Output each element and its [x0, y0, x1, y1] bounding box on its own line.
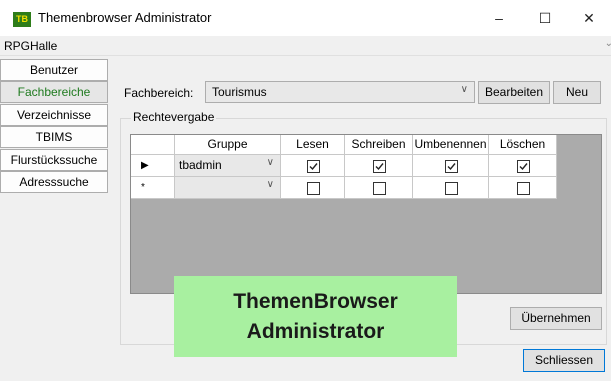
- umbenennen-checkbox[interactable]: [445, 160, 458, 173]
- rechtevergabe-title: Rechtevergabe: [131, 110, 217, 124]
- fachbereich-select[interactable]: Tourismus ∨: [205, 81, 475, 103]
- checkmark-icon: [519, 163, 528, 171]
- schreiben-cell[interactable]: [345, 155, 413, 177]
- loeschen-checkbox[interactable]: [517, 182, 530, 195]
- permissions-grid[interactable]: Gruppe Lesen Schreiben Umbenennen Löschen ▶ tb…: [130, 134, 602, 294]
- new-button[interactable]: Neu: [553, 81, 601, 104]
- nav-item-4[interactable]: Flurstückssuche: [0, 149, 108, 171]
- nav-item-1[interactable]: Fachbereiche: [0, 81, 108, 103]
- title-bar: TB Themenbrowser Administrator – ☐ ✕: [0, 0, 611, 36]
- nav-item-5[interactable]: Adresssuche: [0, 171, 108, 193]
- lesen-cell[interactable]: [281, 177, 345, 199]
- grid-corner: [131, 135, 175, 155]
- edit-button[interactable]: Bearbeiten: [478, 81, 550, 104]
- gruppe-select[interactable]: ∨: [175, 177, 281, 199]
- minimize-button[interactable]: –: [476, 0, 522, 36]
- row-indicator[interactable]: *: [131, 177, 175, 199]
- umbenennen-cell[interactable]: [413, 155, 489, 177]
- checkmark-icon: [447, 163, 456, 171]
- loeschen-cell[interactable]: [489, 155, 557, 177]
- close-button[interactable]: ✕: [566, 0, 611, 36]
- close-dialog-label: Schliessen: [534, 353, 594, 367]
- umbenennen-cell[interactable]: [413, 177, 489, 199]
- nav-item-2[interactable]: Verzeichnisse: [0, 104, 108, 126]
- checkmark-icon: [375, 163, 384, 171]
- lesen-cell[interactable]: [281, 155, 345, 177]
- maximize-button[interactable]: ☐: [522, 0, 568, 36]
- column-header[interactable]: Löschen: [489, 135, 557, 155]
- column-header[interactable]: Umbenennen: [413, 135, 489, 155]
- chevron-down-icon: ∨: [266, 157, 274, 168]
- lesen-checkbox[interactable]: [307, 160, 320, 173]
- fachbereich-value: Tourismus: [212, 85, 267, 99]
- overlay-line2: Administrator: [246, 320, 385, 343]
- gruppe-value: tbadmin: [179, 158, 222, 172]
- overlay-line1: ThemenBrowser: [233, 290, 398, 313]
- column-header[interactable]: Schreiben: [345, 135, 413, 155]
- schreiben-cell[interactable]: [345, 177, 413, 199]
- column-header[interactable]: Lesen: [281, 135, 345, 155]
- app-icon: TB: [13, 12, 31, 27]
- apply-button[interactable]: Übernehmen: [510, 307, 602, 330]
- chevron-down-icon: ∨: [266, 179, 274, 190]
- chevron-down-icon: ∨: [460, 84, 468, 95]
- nav-item-3[interactable]: TBIMS: [0, 126, 108, 148]
- schreiben-checkbox[interactable]: [373, 160, 386, 173]
- overlay-banner: ThemenBrowser Administrator: [174, 276, 457, 357]
- schreiben-checkbox[interactable]: [373, 182, 386, 195]
- checkmark-icon: [309, 163, 318, 171]
- window-title: Themenbrowser Administrator: [38, 10, 212, 25]
- fachbereich-label: Fachbereich:: [124, 86, 194, 100]
- chevron-down-icon[interactable]: ⌄: [605, 38, 611, 49]
- menu-bar: RPGHalle ⌄: [0, 36, 611, 56]
- lesen-checkbox[interactable]: [307, 182, 320, 195]
- loeschen-cell[interactable]: [489, 177, 557, 199]
- menu-label[interactable]: RPGHalle: [4, 39, 57, 53]
- umbenennen-checkbox[interactable]: [445, 182, 458, 195]
- nav-item-0[interactable]: Benutzer: [0, 59, 108, 81]
- loeschen-checkbox[interactable]: [517, 160, 530, 173]
- column-header[interactable]: Gruppe: [175, 135, 281, 155]
- gruppe-select[interactable]: tbadmin ∨: [175, 155, 281, 177]
- close-dialog-button[interactable]: Schliessen: [523, 349, 605, 372]
- row-indicator[interactable]: ▶: [131, 155, 175, 177]
